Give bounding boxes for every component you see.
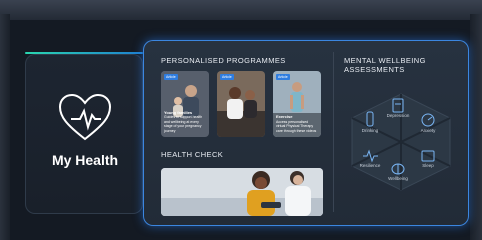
programme-2-tag: Article — [220, 74, 234, 80]
assessment-depression[interactable]: Depression — [383, 96, 413, 124]
programme-1-title: Young families — [164, 109, 193, 115]
assessment-anxiety[interactable]: Anxiety — [413, 110, 443, 138]
programme-3-desc: Access personalised virtual Physical The… — [276, 119, 317, 133]
health-check-image[interactable] — [161, 168, 323, 216]
section-divider — [333, 52, 334, 212]
app-title: My Health — [51, 152, 119, 168]
programme-3-tag: Article — [276, 74, 290, 80]
programmes-title: PERSONALISED PROGRAMMES — [161, 56, 286, 65]
health-check-title: HEALTH CHECK — [161, 150, 224, 159]
programme-3-caption: Exercise Access personalised virtual Phy… — [276, 114, 318, 133]
assessment-anxiety-label: Anxiety — [420, 128, 436, 133]
programme-card-1[interactable]: Article Young families Guides to support… — [161, 71, 209, 137]
programme-1-desc: Guides to support health and wellbeing a… — [164, 115, 203, 133]
bottle-icon — [366, 111, 374, 127]
assessment-depression-label: Depression — [386, 113, 410, 118]
bezel-left — [0, 14, 10, 240]
assessment-drinking-label: Drinking — [361, 128, 379, 133]
bezel-top — [0, 0, 482, 20]
programme-1-caption: Young families Guides to support health … — [164, 109, 206, 134]
assessment-sleep[interactable]: Sleep — [413, 146, 443, 174]
bezel-right — [470, 14, 482, 240]
assessment-drinking[interactable]: Drinking — [355, 110, 385, 138]
programme-2-image — [217, 71, 265, 137]
programme-card-2[interactable]: Article — [217, 71, 265, 137]
bed-icon — [421, 150, 435, 162]
heart-pulse-icon — [58, 93, 112, 141]
programme-1-tag: Article — [164, 74, 178, 80]
health-check-photo — [161, 168, 323, 216]
wellbeing-title: MENTAL WELLBEING ASSESSMENTS — [344, 56, 426, 74]
assessment-resilience-label: Resilience — [359, 163, 381, 168]
clipboard-icon — [392, 98, 404, 113]
programme-3-title: Exercise — [276, 114, 293, 119]
assessment-sleep-label: Sleep — [422, 163, 434, 168]
assessment-wellbeing[interactable]: Wellbeing — [383, 160, 413, 188]
assessment-wellbeing-label: Wellbeing — [388, 176, 408, 181]
assessment-resilience[interactable]: Resilience — [355, 146, 385, 174]
pulse-icon — [363, 149, 378, 163]
gauge-icon — [421, 113, 435, 127]
programme-card-3[interactable]: Article Exercise Access personalised vir… — [273, 71, 321, 137]
device-frame: My Health PERSONALISED PROGRAMMES Articl… — [0, 0, 482, 240]
